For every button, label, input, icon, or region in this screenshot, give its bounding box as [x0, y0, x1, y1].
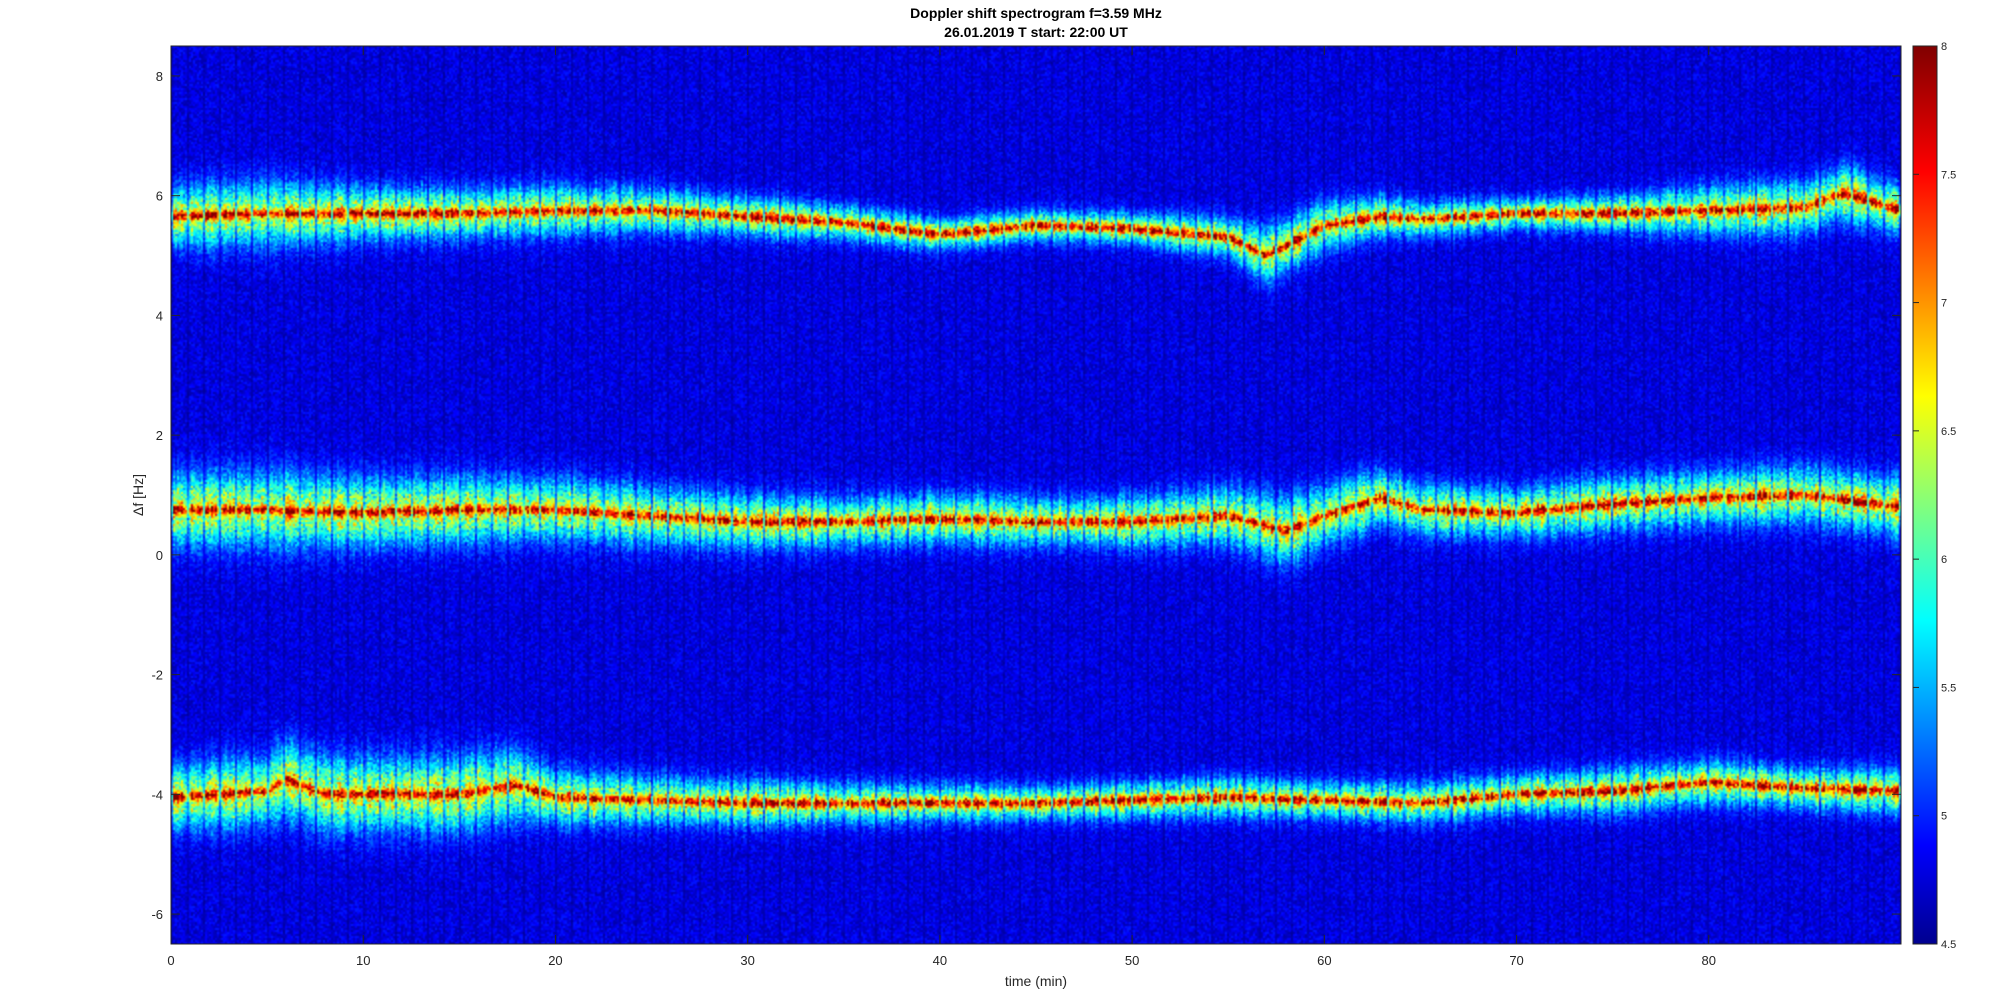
colorbar-tick-label: 7 [1941, 298, 1947, 310]
y-axis-label: Δf [Hz] [130, 474, 146, 516]
y-tick-label: 4 [156, 308, 163, 323]
x-tick-label: 10 [356, 953, 370, 968]
colorbar-tick-label: 7.5 [1941, 169, 1956, 181]
y-tick-label: 0 [156, 548, 163, 563]
y-tick-label: -6 [151, 907, 163, 922]
spectrogram-image [171, 46, 1901, 944]
x-tick-label: 70 [1509, 953, 1523, 968]
spectrogram-figure: Doppler shift spectrogram f=3.59 MHz 26.… [0, 0, 2000, 1003]
colorbar-tick-label: 8 [1941, 41, 1947, 53]
x-tick-label: 50 [1125, 953, 1139, 968]
x-axis-label: time (min) [1005, 973, 1067, 989]
colorbar-tick-label: 6.5 [1941, 426, 1956, 438]
x-tick-label: 20 [548, 953, 562, 968]
colorbar-tick-label: 6 [1941, 554, 1947, 566]
colorbar-tick-label: 5.5 [1941, 682, 1956, 694]
colorbar-gradient [1912, 45, 1938, 945]
colorbar-tick-label: 5 [1941, 811, 1947, 823]
y-tick-label: -4 [151, 787, 163, 802]
x-tick-label: 80 [1702, 953, 1716, 968]
x-tick-label: 30 [740, 953, 754, 968]
spectrogram-svg: Doppler shift spectrogram f=3.59 MHz 26.… [130, 5, 1956, 989]
chart-title: Doppler shift spectrogram f=3.59 MHz [910, 5, 1162, 21]
x-tick-label: 60 [1317, 953, 1331, 968]
colorbar-tick-label: 4.5 [1941, 939, 1956, 951]
y-tick-label: -2 [151, 668, 163, 683]
plot-area [170, 45, 1902, 945]
y-tick-label: 6 [156, 189, 163, 204]
y-tick-label: 8 [156, 69, 163, 84]
y-tick-label: 2 [156, 428, 163, 443]
x-tick-label: 0 [167, 953, 174, 968]
colorbar: 8 7.5 7 6.5 6 5.5 5 4.5 [1912, 41, 1956, 951]
chart-subtitle: 26.01.2019 T start: 22:00 UT [944, 24, 1128, 40]
x-tick-label: 40 [933, 953, 947, 968]
